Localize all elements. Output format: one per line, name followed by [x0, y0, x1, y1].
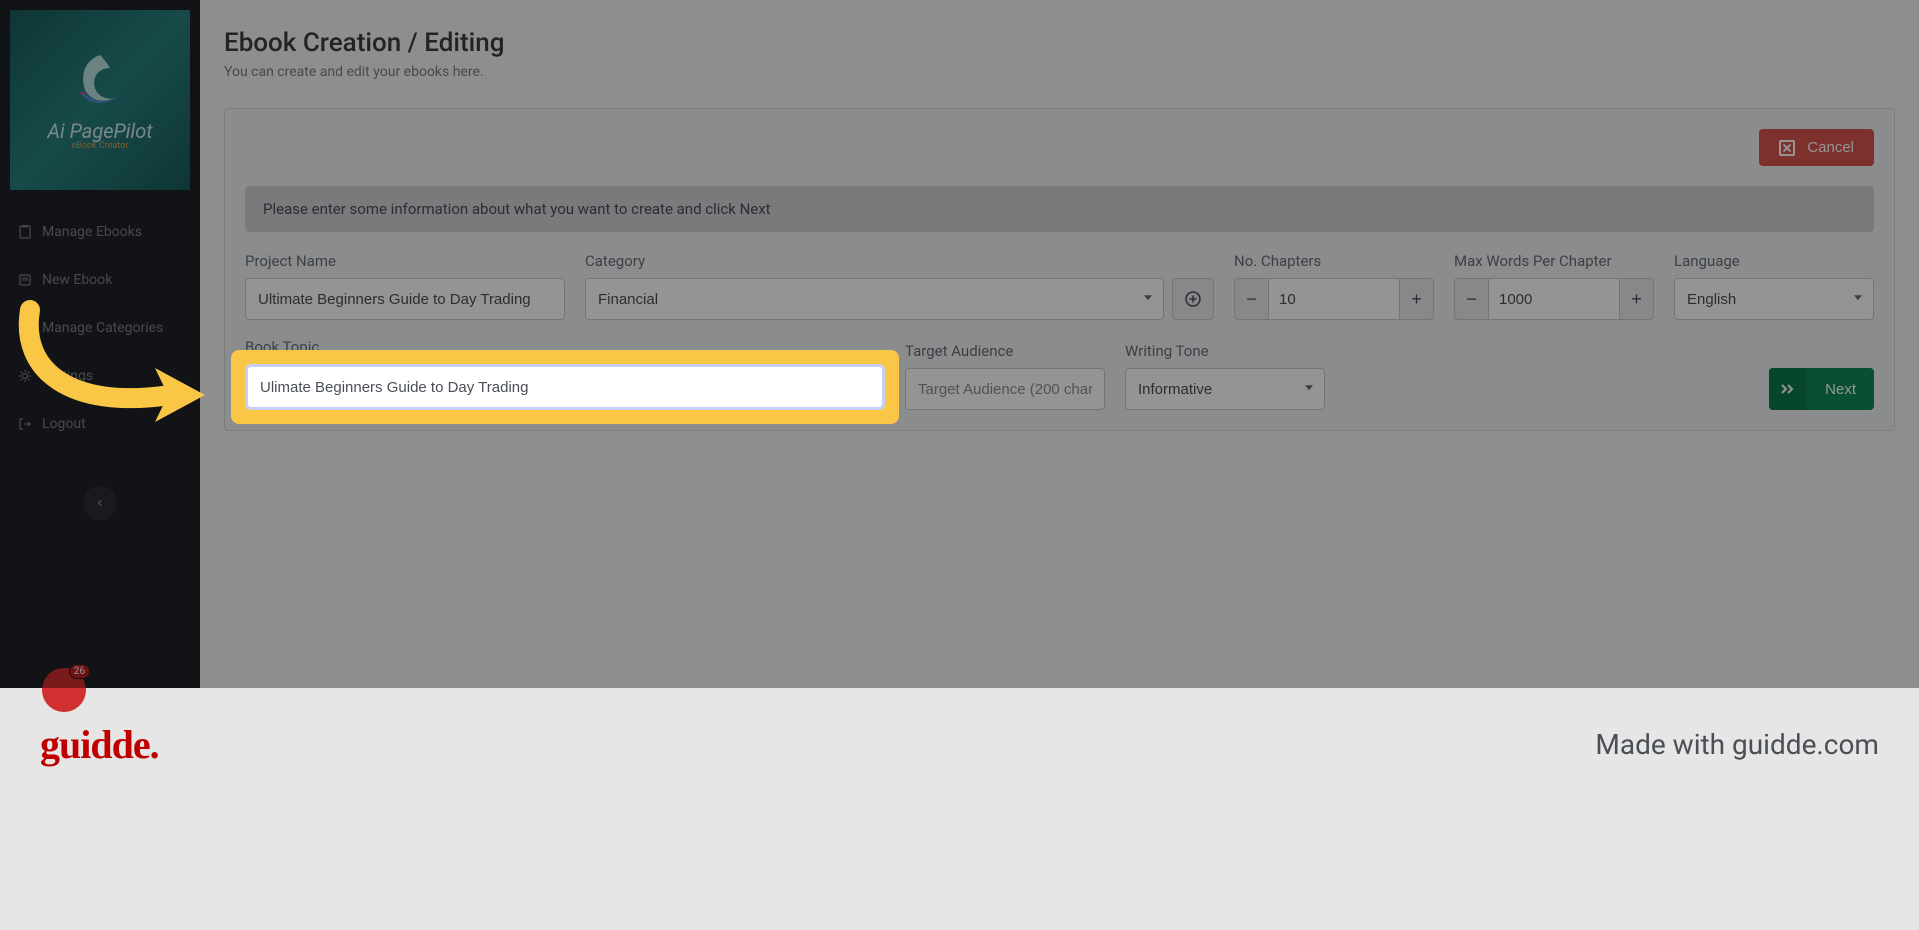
max-words-plus-button[interactable]: + — [1620, 278, 1654, 320]
chapters-plus-button[interactable]: + — [1400, 278, 1434, 320]
sidebar: Ai PagePilot eBook Creator Manage Ebooks… — [0, 0, 200, 688]
chevrons-right-icon — [1780, 383, 1796, 395]
close-icon — [1779, 140, 1795, 156]
logout-icon — [18, 417, 32, 431]
sidebar-item-label: Logout — [42, 416, 86, 432]
sidebar-item-manage-ebooks[interactable]: Manage Ebooks — [0, 208, 200, 256]
gear-icon — [18, 369, 32, 383]
sidebar-item-logout[interactable]: Logout — [0, 400, 200, 448]
sidebar-item-manage-categories[interactable]: Manage Categories — [0, 304, 200, 352]
notification-badge[interactable]: 26 — [42, 668, 86, 712]
badge-count: 26 — [69, 664, 90, 679]
sidebar-item-label: Manage Categories — [42, 320, 163, 336]
book-icon — [18, 273, 32, 287]
chapters-input[interactable] — [1268, 278, 1400, 320]
language-label: Language — [1674, 252, 1874, 270]
sidebar-item-label: Settings — [42, 368, 93, 384]
brand-name: Ai PagePilot — [47, 119, 152, 143]
footer: guidde. Made with guidde.com — [0, 688, 1919, 930]
sidebar-item-new-ebook[interactable]: New Ebook — [0, 256, 200, 304]
info-message: Please enter some information about what… — [245, 186, 1874, 232]
category-label: Category — [585, 252, 1214, 270]
sidebar-collapse-button[interactable] — [83, 486, 117, 520]
list-icon — [18, 321, 32, 335]
target-audience-label: Target Audience — [905, 342, 1105, 360]
add-category-button[interactable] — [1172, 278, 1214, 320]
sidebar-item-label: Manage Ebooks — [42, 224, 142, 240]
main-content: Ebook Creation / Editing You can create … — [200, 0, 1919, 688]
project-name-input[interactable] — [245, 278, 565, 320]
form-card: Cancel Please enter some information abo… — [224, 108, 1895, 431]
max-words-input[interactable] — [1488, 278, 1620, 320]
writing-tone-label: Writing Tone — [1125, 342, 1325, 360]
chapters-label: No. Chapters — [1234, 252, 1434, 270]
page-subtitle: You can create and edit your ebooks here… — [224, 64, 1895, 80]
target-audience-input[interactable] — [905, 368, 1105, 410]
sidebar-item-label: New Ebook — [42, 272, 112, 288]
project-name-label: Project Name — [245, 252, 565, 270]
max-words-label: Max Words Per Chapter — [1454, 252, 1654, 270]
brand-logo: Ai PagePilot eBook Creator — [10, 10, 190, 190]
writing-tone-select[interactable]: Informative — [1125, 368, 1325, 410]
sidebar-nav: Manage Ebooks New Ebook Manage Categorie… — [0, 200, 200, 456]
sidebar-item-settings[interactable]: Settings — [0, 352, 200, 400]
brand-swirl-icon — [70, 50, 130, 110]
chevron-left-icon — [95, 498, 105, 508]
book-topic-input[interactable] — [260, 379, 870, 396]
guidde-logo: guidde. — [40, 721, 159, 768]
next-button[interactable]: Next — [1769, 368, 1874, 410]
next-label: Next — [1807, 381, 1874, 398]
clipboard-icon — [18, 225, 32, 239]
max-words-stepper: − + — [1454, 278, 1654, 320]
max-words-minus-button[interactable]: − — [1454, 278, 1488, 320]
chapters-minus-button[interactable]: − — [1234, 278, 1268, 320]
chapters-stepper: − + — [1234, 278, 1434, 320]
language-select[interactable]: English — [1674, 278, 1874, 320]
footer-text: Made with guidde.com — [1595, 728, 1879, 761]
cancel-label: Cancel — [1807, 139, 1854, 156]
category-select[interactable]: Financial — [585, 278, 1164, 320]
plus-circle-icon — [1184, 290, 1202, 308]
cancel-button[interactable]: Cancel — [1759, 129, 1874, 166]
page-title: Ebook Creation / Editing — [224, 28, 1895, 58]
